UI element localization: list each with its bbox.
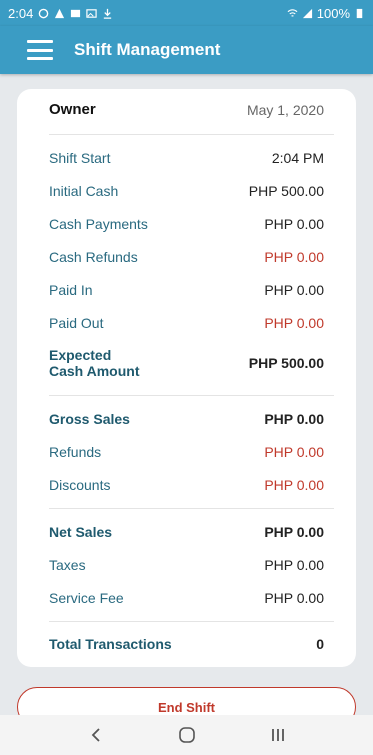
image-icon [86,8,97,19]
gross-sales-value: PHP 0.00 [264,411,324,427]
row-label: Shift Start [49,150,111,166]
summary-row: Cash Payments PHP 0.00 [49,216,324,232]
system-nav-bar [0,715,373,755]
expected-cash-value: PHP 500.00 [248,355,324,371]
row-value: PHP 0.00 [264,282,324,298]
divider [49,134,334,135]
download-icon [102,8,113,19]
summary-row: Paid In PHP 0.00 [49,282,324,298]
wifi-icon [287,8,298,19]
total-transactions-label: Total Transactions [49,636,172,652]
status-bar: 2:04 100% [0,0,373,26]
taxes-row: Taxes PHP 0.00 [49,557,324,573]
row-value: PHP 0.00 [264,216,324,232]
gross-sales-row: Gross Sales PHP 0.00 [49,411,324,427]
refunds-value: PHP 0.00 [264,444,324,460]
summary-row: Paid Out PHP 0.00 [49,315,324,331]
net-sales-row: Net Sales PHP 0.00 [49,524,324,540]
shift-date: May 1, 2020 [246,101,324,118]
net-sales-label: Net Sales [49,524,113,540]
row-label: Cash Refunds [49,249,138,265]
taxes-label: Taxes [49,557,86,573]
summary-row: Initial Cash PHP 500.00 [49,183,324,199]
service-fee-row: Service Fee PHP 0.00 [49,590,324,606]
row-label: Initial Cash [49,183,119,199]
signal-icon [302,8,313,19]
service-fee-value: PHP 0.00 [264,590,324,606]
total-transactions-value: 0 [316,636,324,652]
summary-row: Cash Refunds PHP 0.00 [49,249,324,265]
divider [49,395,334,396]
row-label: Paid Out [49,315,104,331]
mail-icon [70,8,81,19]
refunds-label: Refunds [49,444,102,460]
net-sales-value: PHP 0.00 [264,524,324,540]
discounts-row: Discounts PHP 0.00 [49,477,324,493]
status-time: 2:04 [8,5,34,21]
app-bar: Shift Management [0,26,373,74]
battery-level: 100% [316,5,350,21]
row-value: 2:04 PM [271,150,324,166]
row-value: PHP 0.00 [264,315,324,331]
row-label: Cash Payments [49,216,148,232]
recents-icon[interactable] [258,720,298,750]
shift-summary-card: Owner May 1, 2020 Shift Start 2:04 PM In… [17,89,356,667]
row-value: PHP 500.00 [248,183,324,199]
home-icon[interactable] [167,720,207,750]
discounts-label: Discounts [49,477,111,493]
warning-icon [54,8,65,19]
gross-sales-label: Gross Sales [49,411,130,427]
expected-cash-row: Expected Cash Amount PHP 500.00 [49,347,324,379]
refunds-row: Refunds PHP 0.00 [49,444,324,460]
notification-icon [38,8,49,19]
expected-label-line1: Expected [49,347,112,363]
discounts-value: PHP 0.00 [264,477,324,493]
divider [49,621,334,622]
back-icon[interactable] [76,720,116,750]
divider [49,508,334,509]
owner-row: Owner May 1, 2020 [49,101,324,118]
total-transactions-row: Total Transactions 0 [49,636,324,652]
page-title: Shift Management [74,40,221,59]
service-fee-label: Service Fee [49,590,124,606]
row-label: Paid In [49,282,93,298]
menu-icon[interactable] [27,40,53,60]
summary-row: Shift Start 2:04 PM [49,150,324,166]
expected-label-line2: Cash Amount [49,363,140,379]
taxes-value: PHP 0.00 [264,557,324,573]
battery-icon [354,8,365,19]
owner-label: Owner [49,101,96,118]
expected-cash-label: Expected Cash Amount [49,347,139,379]
row-value: PHP 0.00 [264,249,324,265]
